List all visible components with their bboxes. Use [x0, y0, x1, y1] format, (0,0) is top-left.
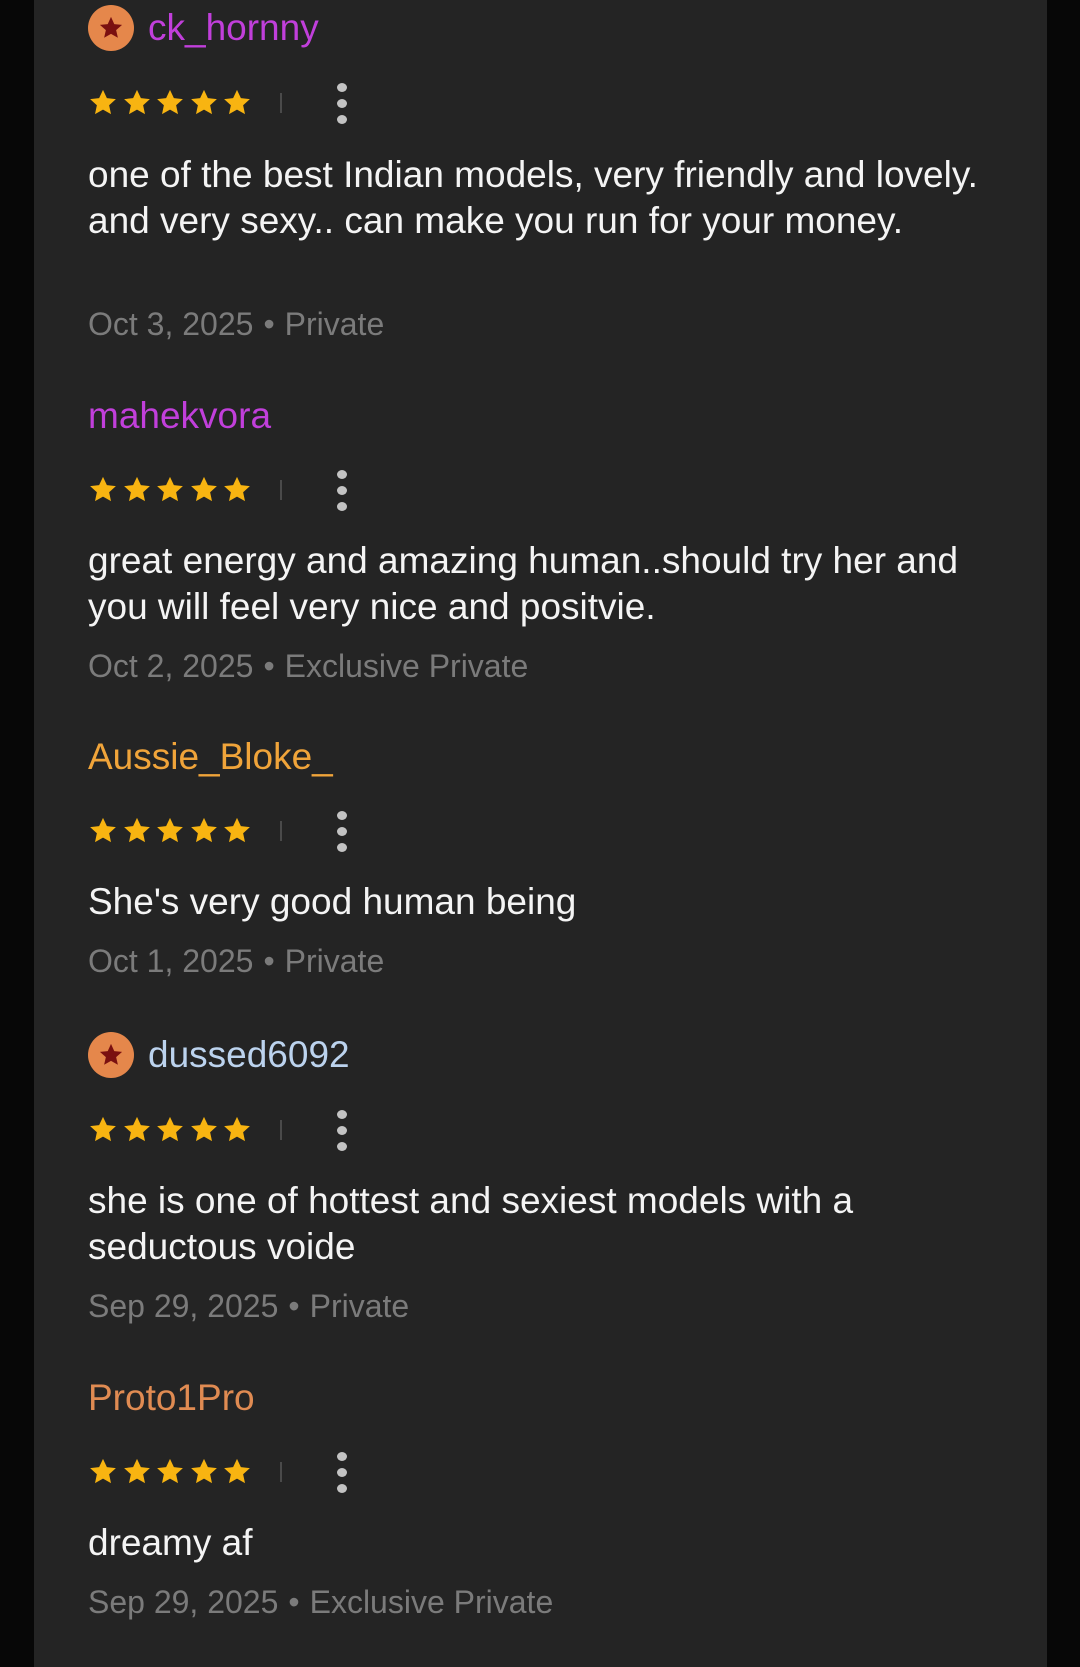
- star-icon: [157, 1116, 183, 1142]
- rating-divider: [279, 480, 282, 500]
- rating-stars: [88, 816, 256, 846]
- review-date: Oct 3, 2025: [88, 306, 254, 342]
- star-icon: [224, 1458, 250, 1484]
- review-user-row: dussed6092: [88, 1031, 350, 1079]
- menu-dot: [336, 485, 347, 495]
- review-meta: Oct 1, 2025 • Private: [88, 941, 384, 981]
- more-options-icon[interactable]: [330, 1106, 354, 1154]
- star-icon: [224, 476, 250, 502]
- more-options-icon[interactable]: [330, 807, 354, 855]
- review-type: Private: [284, 306, 385, 342]
- review-meta: Oct 2, 2025 • Exclusive Private: [88, 646, 528, 686]
- star-icon: [157, 817, 183, 843]
- review-rating-row: [88, 1108, 354, 1152]
- menu-dot: [336, 1483, 347, 1493]
- review-username[interactable]: Proto1Pro: [88, 1374, 255, 1422]
- star-icon: [157, 89, 183, 115]
- review-text: dreamy af: [88, 1522, 253, 1563]
- more-options-icon[interactable]: [330, 466, 354, 514]
- review-rating-row: [88, 468, 354, 512]
- menu-dot: [336, 1141, 347, 1151]
- review-rating-row: [88, 809, 354, 853]
- star-icon: [123, 817, 150, 843]
- review-type: Exclusive Private: [284, 648, 529, 684]
- menu-dot: [336, 114, 347, 124]
- rating-divider: [279, 1462, 282, 1482]
- review-type: Private: [284, 943, 385, 979]
- star-icon: [190, 89, 217, 115]
- rating-stars: [88, 88, 256, 118]
- meta-separator: •: [263, 306, 275, 342]
- review-text: She's very good human being: [88, 881, 577, 922]
- menu-dot: [336, 469, 347, 479]
- review-date: Oct 2, 2025: [88, 648, 254, 684]
- star-badge-icon: [88, 1032, 134, 1078]
- menu-dot: [336, 810, 347, 820]
- review-username[interactable]: ck_hornny: [148, 4, 319, 52]
- review-user-row: Proto1Pro: [88, 1374, 255, 1422]
- menu-dot: [336, 1125, 347, 1135]
- review-rating-row: [88, 81, 354, 125]
- star-icon: [224, 1116, 250, 1142]
- review-type: Private: [309, 1288, 410, 1324]
- rating-divider: [279, 1120, 282, 1140]
- meta-separator: •: [263, 943, 275, 979]
- review-type: Exclusive Private: [309, 1584, 554, 1620]
- meta-separator: •: [288, 1288, 300, 1324]
- review-meta: Oct 3, 2025 • Private: [88, 304, 384, 344]
- review-meta: Sep 29, 2025 • Private: [88, 1286, 409, 1326]
- review-date: Oct 1, 2025: [88, 943, 254, 979]
- menu-dot: [336, 826, 347, 836]
- star-icon: [90, 1116, 116, 1142]
- review-text: great energy and amazing human..should t…: [88, 540, 959, 627]
- star-icon: [123, 1458, 150, 1484]
- star-icon: [190, 476, 217, 502]
- review-username[interactable]: dussed6092: [148, 1031, 350, 1079]
- menu-dot: [336, 82, 347, 92]
- menu-dot: [336, 1451, 347, 1461]
- star-icon: [90, 1458, 116, 1484]
- star-icon: [157, 476, 183, 502]
- menu-dot: [336, 501, 347, 511]
- review-rating-row: [88, 1450, 354, 1494]
- meta-separator: •: [288, 1584, 300, 1620]
- star-icon: [123, 89, 150, 115]
- menu-dot: [336, 1109, 347, 1119]
- meta-separator: •: [263, 648, 275, 684]
- review-date: Sep 29, 2025: [88, 1288, 279, 1324]
- star-icon: [190, 1458, 217, 1484]
- star-badge-icon: [88, 5, 134, 51]
- star-icon: [190, 1116, 217, 1142]
- menu-dot: [336, 98, 347, 108]
- more-options-icon[interactable]: [330, 1448, 354, 1496]
- review-username[interactable]: mahekvora: [88, 392, 271, 440]
- rating-stars: [88, 1115, 256, 1145]
- star-icon: [123, 476, 150, 502]
- review-date: Sep 29, 2025: [88, 1584, 279, 1620]
- review-user-row: ck_hornny: [88, 4, 319, 52]
- star-icon: [90, 817, 116, 843]
- reviews-panel: ck_hornny one of the best Indian models,…: [34, 0, 1047, 1667]
- review-text: she is one of hottest and sexiest models…: [88, 1180, 854, 1267]
- more-options-icon[interactable]: [330, 79, 354, 127]
- review-user-row: mahekvora: [88, 392, 271, 440]
- rating-divider: [279, 93, 282, 113]
- review-meta: Sep 29, 2025 • Exclusive Private: [88, 1582, 553, 1622]
- menu-dot: [336, 842, 347, 852]
- star-icon: [90, 476, 116, 502]
- rating-stars: [88, 1457, 256, 1487]
- review-username[interactable]: Aussie_Bloke_: [88, 733, 333, 781]
- rating-stars: [88, 475, 256, 505]
- star-icon: [224, 817, 250, 843]
- star-icon: [190, 817, 217, 843]
- review-user-row: Aussie_Bloke_: [88, 733, 333, 781]
- star-icon: [90, 89, 116, 115]
- star-icon: [224, 89, 250, 115]
- star-icon: [123, 1116, 150, 1142]
- rating-divider: [279, 821, 282, 841]
- menu-dot: [336, 1467, 347, 1477]
- star-icon: [157, 1458, 183, 1484]
- review-text: one of the best Indian models, very frie…: [88, 154, 978, 241]
